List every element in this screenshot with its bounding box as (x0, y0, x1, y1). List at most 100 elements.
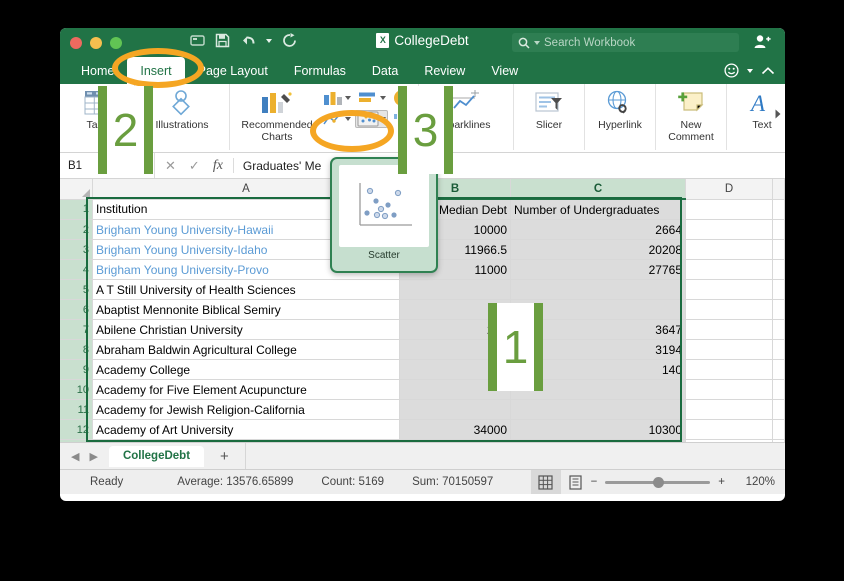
cell-c11[interactable] (510, 399, 686, 420)
column-chart-dropdown-icon[interactable] (345, 96, 351, 100)
cell-d1[interactable] (685, 199, 773, 220)
scatter-gallery-popup[interactable]: Scatter (330, 157, 438, 273)
table-row[interactable]: 6 Abaptist Mennonite Biblical Semiry (60, 299, 785, 320)
tab-formulas[interactable]: Formulas (281, 57, 359, 84)
cell-b12[interactable]: 34000 (399, 419, 511, 440)
row-header-4[interactable]: 4 (60, 259, 93, 280)
hyperlink-button[interactable]: Hyperlink (589, 84, 651, 132)
add-sheet-button[interactable]: + (208, 448, 241, 465)
cell-e4[interactable] (772, 259, 785, 280)
normal-view-button[interactable] (530, 470, 561, 494)
zoom-slider[interactable] (605, 476, 711, 488)
tab-view[interactable]: View (478, 57, 531, 84)
share-user-button[interactable] (754, 34, 771, 54)
tab-data[interactable]: Data (359, 57, 411, 84)
cell-b13[interactable] (399, 439, 511, 442)
nav-prev-icon[interactable]: ◀ (68, 450, 82, 463)
zoom-in-button[interactable]: + (718, 476, 725, 488)
zoom-controls[interactable]: − + (591, 476, 733, 488)
cell-d11[interactable] (685, 399, 773, 420)
tab-review[interactable]: Review (411, 57, 478, 84)
cell-d6[interactable] (685, 299, 773, 320)
cell-c5[interactable] (510, 279, 686, 300)
cell-c3[interactable]: 20208 (510, 239, 686, 260)
cell-a5[interactable]: A T Still University of Health Sciences (92, 279, 400, 300)
row-header-2[interactable]: 2 (60, 219, 93, 240)
bar-chart-dropdown-icon[interactable] (380, 96, 386, 100)
cell-a7[interactable]: Abilene Christian University (92, 319, 400, 340)
scatter-gallery-thumbnail[interactable] (339, 165, 429, 247)
cell-b5[interactable] (399, 279, 511, 300)
row-header-1[interactable]: 1 (60, 199, 93, 220)
cell-a13[interactable]: Academy of Chinese Culture and Health Sc… (92, 439, 400, 442)
cell-d12[interactable] (685, 419, 773, 440)
row-header-6[interactable]: 6 (60, 299, 93, 320)
sheet-tab-collegedebt[interactable]: CollegeDebt (108, 445, 205, 467)
cell-e7[interactable] (772, 319, 785, 340)
table-row[interactable]: 9 Academy College 30 140 (60, 359, 785, 380)
row-header-10[interactable]: 10 (60, 379, 93, 400)
recommended-charts-button[interactable]: Recommended Charts (234, 84, 320, 143)
insert-function-icon[interactable]: fx (213, 158, 223, 174)
cell-a9[interactable]: Academy College (92, 359, 400, 380)
cell-d13[interactable] (685, 439, 773, 442)
cell-e12[interactable] (772, 419, 785, 440)
table-row[interactable]: 8 Abraham Baldwin Agricultural College 1… (60, 339, 785, 360)
cell-a8[interactable]: Abraham Baldwin Agricultural College (92, 339, 400, 360)
cell-e9[interactable] (772, 359, 785, 380)
cell-d9[interactable] (685, 359, 773, 380)
collapse-ribbon-icon[interactable] (761, 66, 775, 76)
cell-e8[interactable] (772, 339, 785, 360)
row-header-13[interactable]: 13 (60, 439, 93, 442)
cell-e10[interactable] (772, 379, 785, 400)
cell-b11[interactable] (399, 399, 511, 420)
row-header-12[interactable]: 12 (60, 419, 93, 440)
smiley-dropdown-icon[interactable] (747, 68, 753, 73)
bar-chart-button[interactable] (355, 89, 388, 107)
formula-buttons[interactable]: ✕ ✓ fx (155, 158, 233, 174)
table-row[interactable]: 10 Academy for Five Element Acupuncture (60, 379, 785, 400)
column-header-e[interactable] (772, 179, 785, 200)
cell-c1[interactable]: Number of Undergraduates (510, 199, 686, 220)
select-all-corner[interactable] (60, 179, 93, 200)
column-header-c[interactable]: C (510, 179, 686, 200)
cell-d5[interactable] (685, 279, 773, 300)
cell-e2[interactable] (772, 219, 785, 240)
slicer-button[interactable]: Slicer (518, 84, 580, 132)
search-dropdown-icon[interactable] (534, 40, 540, 45)
cell-d8[interactable] (685, 339, 773, 360)
cell-e6[interactable] (772, 299, 785, 320)
cell-e11[interactable] (772, 399, 785, 420)
cell-c4[interactable]: 27765 (510, 259, 686, 280)
row-header-8[interactable]: 8 (60, 339, 93, 360)
table-row[interactable]: 12 Academy of Art University 34000 10300 (60, 419, 785, 440)
row-header-11[interactable]: 11 (60, 399, 93, 420)
cell-d3[interactable] (685, 239, 773, 260)
cell-e1[interactable] (772, 199, 785, 220)
cell-e5[interactable] (772, 279, 785, 300)
page-layout-view-button[interactable] (561, 470, 591, 494)
cell-e13[interactable] (772, 439, 785, 442)
row-header-9[interactable]: 9 (60, 359, 93, 380)
zoom-slider-handle[interactable] (653, 476, 665, 488)
row-header-5[interactable]: 5 (60, 279, 93, 300)
ribbon-overflow-button[interactable] (773, 108, 783, 123)
sheet-tab-bar[interactable]: ◀ ▶ CollegeDebt + (60, 442, 785, 469)
zoom-level[interactable]: 120% (733, 476, 785, 488)
new-comment-button[interactable]: New Comment (660, 84, 722, 143)
table-row[interactable]: 5 A T Still University of Health Science… (60, 279, 785, 300)
zoom-out-button[interactable]: − (591, 476, 598, 488)
cell-d7[interactable] (685, 319, 773, 340)
cell-c13[interactable] (510, 439, 686, 442)
row-header-7[interactable]: 7 (60, 319, 93, 340)
table-row[interactable]: 13 Academy of Chinese Culture and Health… (60, 439, 785, 442)
cell-c12[interactable]: 10300 (510, 419, 686, 440)
column-chart-button[interactable] (320, 89, 353, 107)
table-row[interactable]: 11 Academy for Jewish Religion-Californi… (60, 399, 785, 420)
formula-input[interactable]: Graduates' Me (234, 159, 321, 173)
cell-a6[interactable]: Abaptist Mennonite Biblical Semiry (92, 299, 400, 320)
cell-c2[interactable]: 2664 (510, 219, 686, 240)
table-row[interactable]: 7 Abilene Christian University 262 3647 (60, 319, 785, 340)
row-header-3[interactable]: 3 (60, 239, 93, 260)
cell-d10[interactable] (685, 379, 773, 400)
